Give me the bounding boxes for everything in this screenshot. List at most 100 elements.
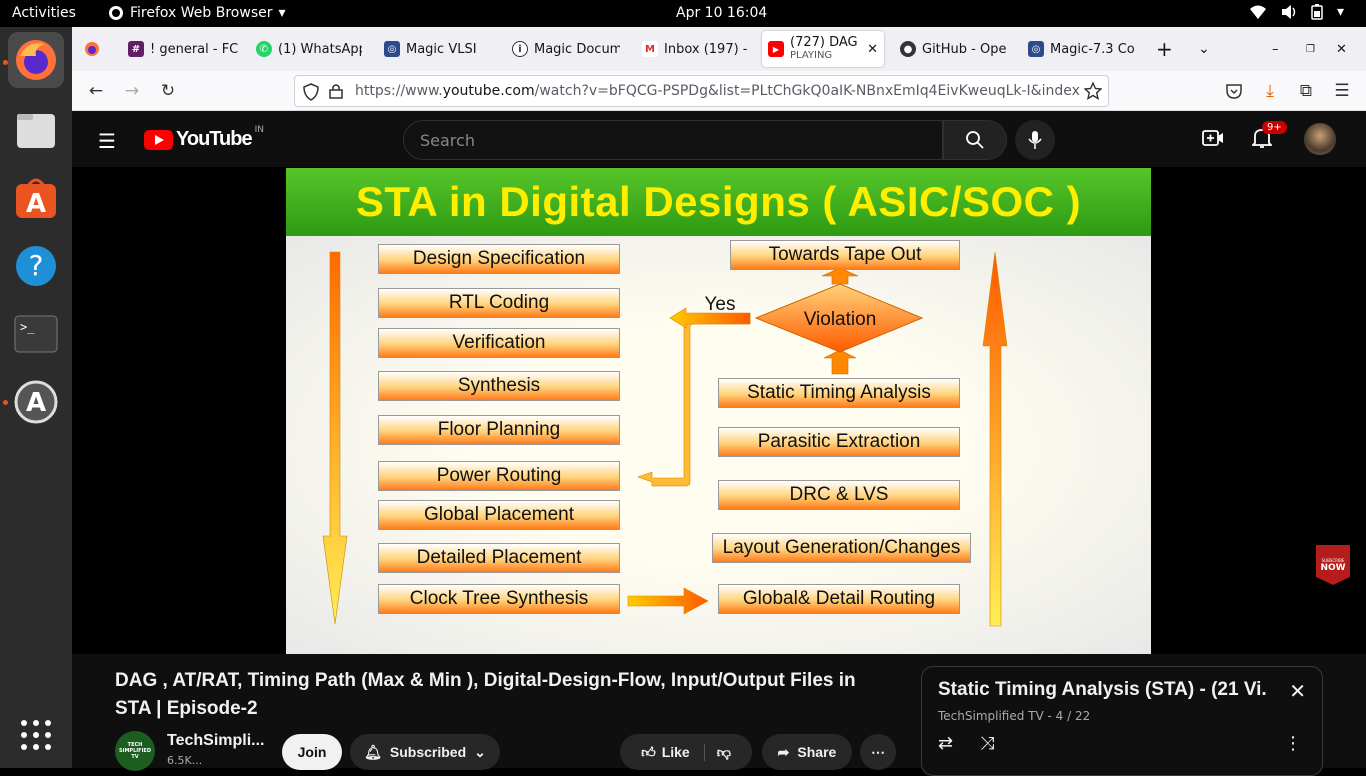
now-label: NOW bbox=[1320, 562, 1346, 573]
tab-youtube[interactable]: ▶ (727) DAG PLAYING ✕ bbox=[762, 31, 884, 67]
hamburger-icon: ☰ bbox=[98, 129, 116, 153]
yes-label: Yes bbox=[705, 294, 736, 315]
channel-avatar[interactable]: TECH SIMPLIFIED TV bbox=[115, 731, 155, 771]
extensions-button[interactable]: ⧉ bbox=[1294, 79, 1318, 103]
step-layout-generation: Layout Generation/Changes bbox=[712, 533, 971, 563]
firefox-view-icon bbox=[85, 42, 99, 56]
channel-name[interactable]: TechSimpli... bbox=[167, 732, 265, 750]
loop-button[interactable]: ⇄ bbox=[938, 733, 953, 754]
search-button[interactable] bbox=[943, 120, 1007, 160]
dislike-button[interactable]: 👎︎ bbox=[705, 744, 731, 761]
app-grid-icon[interactable] bbox=[8, 707, 64, 763]
avatar[interactable] bbox=[1304, 123, 1336, 155]
video-title: DAG , AT/RAT, Timing Path (Max & Min ), … bbox=[115, 670, 856, 719]
tab-strip: #! general - FC ✆ (1) WhatsApp ◎ Magic VLS… bbox=[72, 27, 1366, 71]
minimize-button[interactable]: – bbox=[1272, 35, 1279, 63]
guide-menu-button[interactable]: ☰ bbox=[98, 129, 116, 153]
help-icon[interactable]: ? bbox=[8, 238, 64, 294]
close-tab-icon[interactable]: ✕ bbox=[867, 42, 878, 57]
create-button[interactable] bbox=[1202, 129, 1224, 151]
firefox-view-button[interactable] bbox=[84, 35, 108, 63]
whatsapp-icon: ✆ bbox=[256, 41, 272, 57]
share-button[interactable]: ➦ Share bbox=[762, 734, 852, 770]
nav-toolbar: ← → ↻ https://www.youtube.com/watch?v=bF… bbox=[72, 71, 1366, 111]
forward-button[interactable]: → bbox=[120, 79, 144, 103]
tab-whatsapp[interactable]: ✆ (1) WhatsApp bbox=[256, 35, 362, 63]
pocket-button[interactable] bbox=[1222, 79, 1246, 103]
tab-magic-73[interactable]: ◎ Magic-7.3 Co bbox=[1028, 35, 1136, 63]
tab-gmail[interactable]: M Inbox (197) - bbox=[642, 35, 750, 63]
bell-icon: 🔔︎ bbox=[364, 743, 382, 760]
close-icon: ✕ bbox=[1336, 41, 1347, 57]
new-tab-button[interactable]: + bbox=[1156, 35, 1173, 63]
join-button[interactable]: Join bbox=[282, 734, 342, 770]
clock[interactable]: Apr 10 16:04 bbox=[676, 5, 767, 21]
subscribe-now-badge[interactable]: SUBSCRIBE NOW bbox=[1316, 545, 1350, 585]
step-power-routing: Power Routing bbox=[378, 461, 620, 491]
more-actions-button[interactable]: ⋯ bbox=[860, 734, 896, 770]
back-button[interactable]: ← bbox=[84, 79, 108, 103]
notifications-button[interactable]: 9+ bbox=[1250, 121, 1287, 153]
lock-icon[interactable] bbox=[329, 83, 343, 99]
slack-icon: # bbox=[128, 41, 144, 57]
wifi-icon bbox=[1249, 5, 1266, 19]
thumbs-up-icon: 👍︎ bbox=[641, 743, 656, 760]
subscriber-count: 6.5K... bbox=[167, 754, 203, 767]
step-verification: Verification bbox=[378, 328, 620, 358]
step-rtl-coding: RTL Coding bbox=[378, 288, 620, 318]
maximize-button[interactable]: ❐ bbox=[1306, 35, 1315, 63]
app-menu[interactable]: Firefox Web Browser ▾ bbox=[108, 5, 286, 21]
reload-button[interactable]: ↻ bbox=[156, 79, 180, 103]
svg-text:>_: >_ bbox=[20, 320, 35, 334]
chevron-down-icon: ▾ bbox=[278, 5, 286, 21]
youtube-logo[interactable]: YouTube IN bbox=[144, 125, 264, 151]
step-static-timing-analysis: Static Timing Analysis bbox=[718, 378, 960, 408]
step-synthesis: Synthesis bbox=[378, 371, 620, 401]
forward-arrow-icon: → bbox=[124, 81, 140, 101]
shuffle-button[interactable]: ⤨ bbox=[980, 733, 994, 754]
video-player[interactable]: STA in Digital Designs ( ASIC/SOC ) Viol… bbox=[72, 167, 1366, 654]
like-button[interactable]: 👍︎ Like bbox=[641, 743, 705, 761]
vertical-more-icon: ⋮ bbox=[1284, 733, 1302, 754]
tab-magic-vlsi[interactable]: ◎ Magic VLSI bbox=[384, 35, 496, 63]
close-playlist-button[interactable]: ✕ bbox=[1289, 679, 1306, 703]
battery-icon bbox=[1311, 4, 1323, 20]
search-input[interactable]: Search bbox=[403, 120, 943, 160]
app-center-icon[interactable]: A bbox=[8, 170, 64, 226]
bookmark-star-icon[interactable] bbox=[1084, 82, 1102, 100]
playlist-more-button[interactable]: ⋮ bbox=[1284, 733, 1302, 754]
svg-text:?: ? bbox=[29, 249, 44, 282]
tab-github[interactable]: ● GitHub - Ope bbox=[900, 35, 1008, 63]
up-flow-arrow bbox=[982, 251, 1008, 627]
menu-button[interactable]: ☰ bbox=[1330, 79, 1354, 103]
step-towards-tape-out: Towards Tape Out bbox=[730, 240, 960, 270]
magic-icon: ◎ bbox=[1028, 41, 1044, 57]
url-bar[interactable]: https://www.youtube.com/watch?v=bFQCG-PS… bbox=[294, 75, 1109, 107]
files-icon[interactable] bbox=[8, 102, 64, 158]
list-tabs-button[interactable]: ⌄ bbox=[1198, 35, 1210, 63]
system-tray[interactable]: ▾ bbox=[1249, 4, 1344, 20]
firefox-small-icon bbox=[109, 6, 123, 20]
pocket-icon bbox=[1226, 84, 1242, 99]
plus-icon: + bbox=[1156, 37, 1173, 61]
downloads-button[interactable]: ⤓ bbox=[1258, 79, 1282, 103]
software-updater-icon[interactable]: A bbox=[8, 374, 64, 430]
create-video-icon bbox=[1202, 130, 1223, 146]
tab-slack[interactable]: #! general - FC bbox=[128, 35, 240, 63]
playlist-title[interactable]: Static Timing Analysis (STA) - (21 Vi... bbox=[938, 679, 1268, 701]
loop-icon: ⇄ bbox=[938, 733, 954, 754]
voice-search-button[interactable] bbox=[1015, 120, 1055, 160]
puzzle-icon: ⧉ bbox=[1299, 81, 1313, 101]
terminal-icon[interactable]: >_ bbox=[8, 306, 64, 362]
tab-magic-docs[interactable]: i Magic Docum bbox=[512, 35, 620, 63]
subscribed-button[interactable]: 🔔︎ Subscribed ⌄ bbox=[350, 734, 500, 770]
slide-body: Violation Yes Design Specification RTL C… bbox=[286, 236, 1151, 654]
firefox-icon[interactable] bbox=[8, 32, 64, 88]
volume-icon bbox=[1281, 5, 1296, 19]
back-arrow-icon: ← bbox=[88, 81, 104, 101]
notification-badge: 9+ bbox=[1262, 121, 1287, 134]
tracking-protection-icon[interactable] bbox=[303, 83, 319, 101]
like-dislike-group: 👍︎ Like 👎︎ bbox=[620, 734, 752, 770]
close-window-button[interactable]: ✕ bbox=[1336, 35, 1347, 63]
activities-button[interactable]: Activities bbox=[12, 5, 76, 21]
